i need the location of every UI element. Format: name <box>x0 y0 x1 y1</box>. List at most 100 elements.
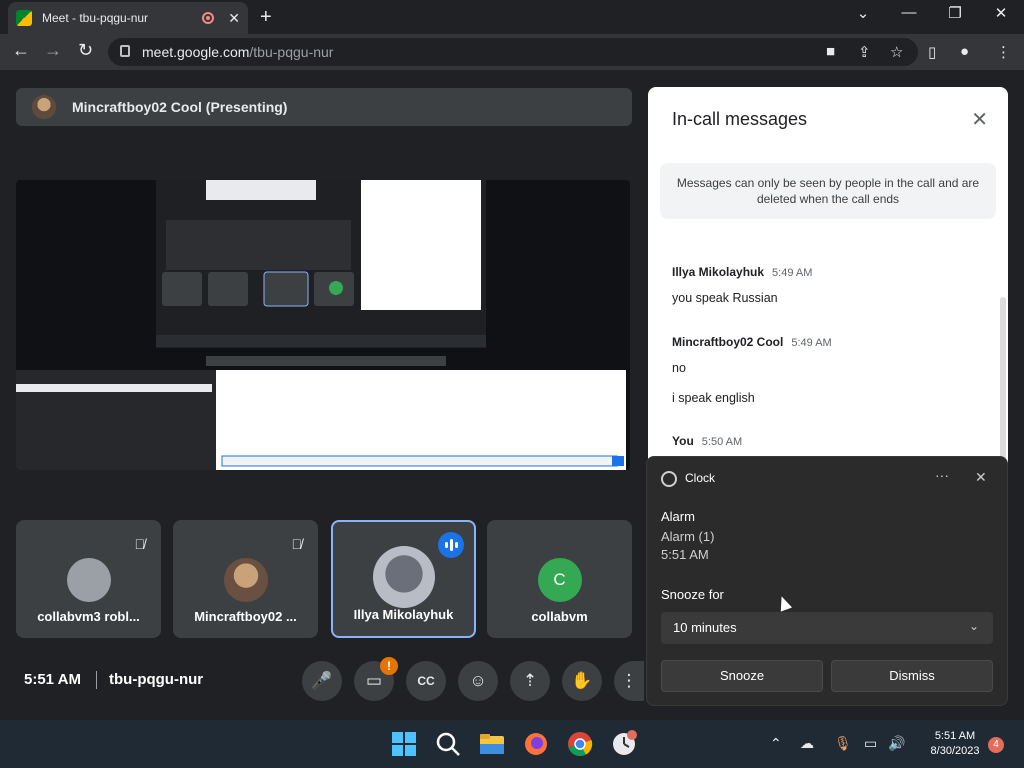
minimize-button[interactable]: — <box>894 4 924 21</box>
system-time: 5:51 AM <box>934 730 976 742</box>
mic-muted-icon: 🎙̸ <box>134 536 146 552</box>
camera-alert-badge: ! <box>380 657 398 675</box>
snooze-button[interactable]: Snooze <box>661 660 823 692</box>
menu-kebab-icon[interactable]: ⋮ <box>996 43 1011 61</box>
meeting-code: tbu-pqgu-nur <box>109 671 204 688</box>
message-sender: Illya Mikolayhuk <box>672 265 765 279</box>
participant-name: collabvm3 robl... <box>37 609 140 624</box>
participant-name: Illya Mikolayhuk <box>353 607 454 622</box>
clock-app-icon <box>661 471 677 487</box>
alarm-name: Alarm (1) <box>661 529 715 544</box>
present-screen-button[interactable]: ⇡ <box>510 661 550 701</box>
url-path: /tbu-pqgu-nur <box>249 44 334 60</box>
url-host: meet.google.com <box>142 44 250 60</box>
meeting-clock: 5:51 AM <box>24 671 81 688</box>
chevron-down-icon: ⌄ <box>968 619 979 633</box>
tab-close-icon[interactable]: ✕ <box>228 10 240 27</box>
chrome-icon[interactable] <box>566 730 594 758</box>
meet-favicon-icon <box>16 10 32 26</box>
message-sender: Mincraftboy02 Cool <box>672 335 784 349</box>
browser-tab[interactable]: Meet - tbu-pqgu-nur ✕ <box>8 2 248 34</box>
search-icon[interactable] <box>434 730 462 758</box>
more-options-button[interactable]: ⋮ <box>614 661 644 701</box>
notification-count-badge[interactable]: 4 <box>988 737 1004 753</box>
browser-toolbar: ← → ↻ meet.google.com/tbu-pqgu-nur ■ ⇪ ☆… <box>0 34 1024 70</box>
windows-start-icon[interactable] <box>390 730 418 758</box>
chevron-up-icon[interactable]: ⌃ <box>770 735 782 752</box>
restore-button[interactable]: ❐ <box>940 4 970 22</box>
browser-tab-bar: Meet - tbu-pqgu-nur ✕ + ⌄ — ❐ ✕ <box>0 0 1024 34</box>
meeting-controls-bar: 5:51 AM tbu-pqgu-nur 🎤 ▭ ! CC ☺ ⇡ ✋ ⋮ <box>0 655 645 705</box>
clock-app-icon[interactable] <box>610 730 638 758</box>
dismiss-button[interactable]: Dismiss <box>831 660 993 692</box>
message-sender: You <box>672 434 694 448</box>
participant-name: collabvm <box>531 609 588 624</box>
profile-icon[interactable]: ● <box>960 43 969 60</box>
notification-heading: Alarm <box>661 509 695 524</box>
camera-blocked-icon[interactable]: ■ <box>826 43 835 60</box>
raise-hand-button[interactable]: ✋ <box>562 661 602 701</box>
shared-screen-content <box>16 180 626 470</box>
meet-area: Mincraftboy02 Cool (Presenting) 🎙̸ colla… <box>0 70 1024 720</box>
recording-icon <box>202 12 215 24</box>
screen-share-view <box>16 180 630 470</box>
side-panel-icon[interactable]: ▯ <box>928 43 936 61</box>
message-text: i speak english <box>672 391 755 405</box>
chat-message: Illya Mikolayhuk 5:49 AM you speak Russia… <box>672 263 812 305</box>
emoji-reaction-button[interactable]: ☺ <box>458 661 498 701</box>
presenter-bar: Mincraftboy02 Cool (Presenting) <box>16 88 632 126</box>
alarm-time: 5:51 AM <box>661 547 709 562</box>
system-date: 8/30/2023 <box>930 745 980 757</box>
chat-message: You 5:50 AM <box>672 432 742 450</box>
participant-tile[interactable]: 🎙̸ Mincraftboy02 ... <box>173 520 318 638</box>
mic-muted-icon: 🎙̸ <box>291 536 303 552</box>
participant-initial-avatar: C <box>537 558 582 602</box>
message-text: no <box>672 361 686 375</box>
microphone-in-use-icon[interactable]: 🎙 <box>834 735 852 752</box>
share-icon[interactable]: ⇪ <box>858 43 871 61</box>
chat-title: In-call messages <box>672 109 808 129</box>
participant-avatar <box>223 558 268 602</box>
close-window-button[interactable]: ✕ <box>986 4 1016 22</box>
participant-tile[interactable]: C collabvm <box>487 520 632 638</box>
close-chat-icon[interactable]: ✕ <box>971 107 988 132</box>
snooze-label: Snooze for <box>661 587 724 602</box>
presenter-avatar <box>32 95 56 119</box>
back-arrow-icon[interactable]: ← <box>12 40 30 61</box>
participant-tile-speaking[interactable]: Illya Mikolayhuk <box>331 520 476 638</box>
presenter-label: Mincraftboy02 Cool (Presenting) <box>72 99 288 115</box>
tab-search-icon[interactable]: ⌄ <box>848 4 878 22</box>
microphone-button[interactable]: 🎤 <box>302 661 342 701</box>
address-bar[interactable]: meet.google.com/tbu-pqgu-nur <box>108 38 918 66</box>
snooze-duration-select[interactable]: 10 minutes ⌄ <box>661 612 993 644</box>
file-explorer-icon[interactable] <box>478 730 506 758</box>
chat-notice: Messages can only be seen by people in t… <box>660 163 996 219</box>
participant-avatar <box>372 546 435 608</box>
bookmark-star-icon[interactable]: ☆ <box>890 43 903 61</box>
message-time: 5:49 AM <box>772 267 813 279</box>
participant-tile[interactable]: 🎙̸ collabvm3 robl... <box>16 520 161 638</box>
tab-title: Meet - tbu-pqgu-nur <box>42 11 149 25</box>
close-notification-icon[interactable]: ✕ <box>975 469 987 486</box>
firefox-icon[interactable] <box>522 730 550 758</box>
participant-name: Mincraftboy02 ... <box>194 609 297 624</box>
system-clock[interactable]: 5:51 AM 8/30/2023 <box>922 729 988 759</box>
more-options-icon[interactable]: ··· <box>935 467 949 483</box>
snooze-value: 10 minutes <box>673 620 737 635</box>
forward-arrow-icon[interactable]: → <box>44 40 62 61</box>
volume-icon[interactable]: 🔊 <box>888 735 905 752</box>
message-time: 5:50 AM <box>701 436 743 448</box>
onedrive-icon[interactable]: ☁ <box>800 735 814 752</box>
message-text: you speak Russian <box>672 291 778 305</box>
network-icon[interactable]: ▭ <box>864 735 877 752</box>
divider <box>96 671 97 689</box>
clock-alarm-notification: Clock ··· ✕ Alarm Alarm (1) 5:51 AM Snoo… <box>646 456 1008 706</box>
new-tab-button[interactable]: + <box>260 6 272 29</box>
windows-taskbar: ⌃ ☁ 🎙 ▭ 🔊 5:51 AM 8/30/2023 4 <box>0 720 1024 768</box>
chat-message: Mincraftboy02 Cool 5:49 AM no i speak eng… <box>672 333 832 405</box>
reload-icon[interactable]: ↻ <box>78 40 93 61</box>
captions-button[interactable]: CC <box>406 661 446 701</box>
speaking-indicator-icon <box>438 532 464 558</box>
participant-avatar <box>66 558 111 602</box>
lock-icon <box>120 45 130 57</box>
